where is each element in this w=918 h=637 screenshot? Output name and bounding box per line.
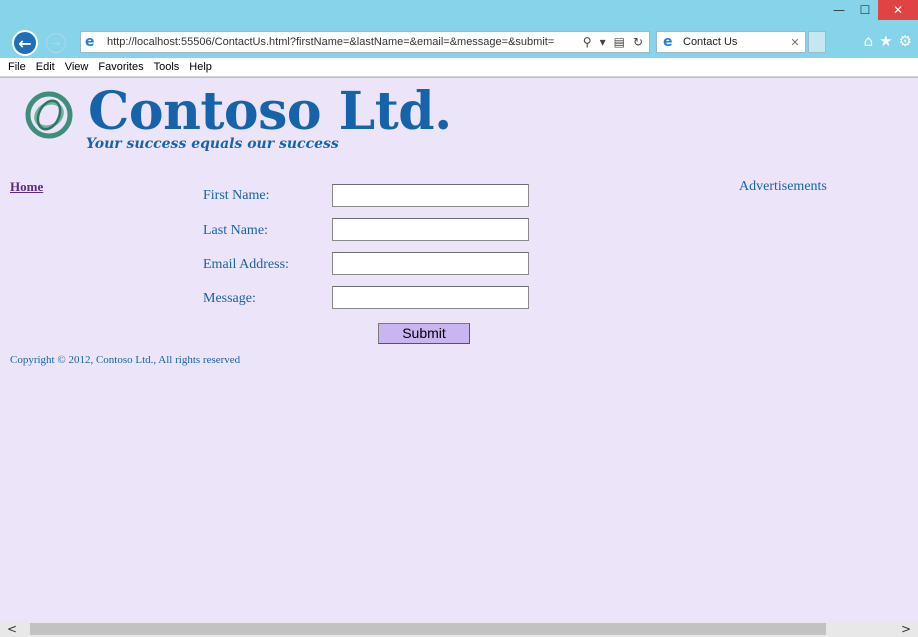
settings-gear-icon[interactable]: ⚙	[899, 32, 912, 50]
brand-tagline: Your success equals our success	[86, 136, 339, 152]
menu-favorites[interactable]: Favorites	[93, 61, 148, 73]
scrollbar-thumb[interactable]	[30, 623, 826, 635]
forward-icon[interactable]: →	[46, 33, 66, 53]
search-icon[interactable]: ⚲	[583, 35, 592, 49]
copyright-text: Copyright © 2012, Contoso Ltd., All righ…	[10, 354, 241, 366]
menu-help[interactable]: Help	[184, 61, 217, 73]
message-input[interactable]	[332, 286, 529, 309]
page-content: Contoso Ltd. Your success equals our suc…	[0, 78, 918, 621]
ie-icon: e	[663, 34, 673, 50]
first-name-label: First Name:	[203, 188, 270, 203]
scroll-left-icon[interactable]: <	[2, 621, 22, 637]
address-url[interactable]: http://localhost:55506/ContactUs.html?fi…	[107, 36, 577, 48]
new-tab-button[interactable]	[808, 31, 826, 53]
scroll-right-icon[interactable]: >	[896, 621, 916, 637]
email-input[interactable]	[332, 252, 529, 275]
close-window-button[interactable]: ✕	[878, 0, 918, 20]
tab-close-icon[interactable]: ✕	[785, 36, 805, 49]
submit-button[interactable]: Submit	[378, 323, 470, 344]
maximize-button[interactable]: ☐	[852, 0, 878, 20]
menu-tools[interactable]: Tools	[149, 61, 185, 73]
menu-view[interactable]: View	[60, 61, 94, 73]
compat-view-icon[interactable]: ▤	[614, 35, 625, 49]
first-name-input[interactable]	[332, 184, 529, 207]
refresh-icon[interactable]: ↻	[633, 35, 643, 49]
address-tools: ⚲ ▾ ▤ ↻	[577, 35, 649, 49]
menu-bar: File Edit View Favorites Tools Help	[0, 58, 918, 77]
window-controls: — ☐ ✕	[826, 0, 918, 22]
search-dropdown-icon[interactable]: ▾	[600, 35, 606, 49]
home-link[interactable]: Home	[10, 179, 43, 195]
last-name-input[interactable]	[332, 218, 529, 241]
minimize-button[interactable]: —	[826, 0, 852, 20]
tab-title: Contact Us	[683, 36, 738, 48]
navigation-bar: ← → e http://localhost:55506/ContactUs.h…	[0, 28, 918, 58]
message-label: Message:	[203, 291, 256, 306]
advertisements-heading: Advertisements	[739, 179, 827, 194]
brand-name: Contoso Ltd.	[88, 81, 452, 142]
home-icon[interactable]: ⌂	[864, 32, 874, 50]
favorites-star-icon[interactable]: ★	[879, 32, 892, 50]
address-bar[interactable]: e http://localhost:55506/ContactUs.html?…	[80, 31, 650, 53]
menu-edit[interactable]: Edit	[31, 61, 60, 73]
menu-file[interactable]: File	[0, 61, 31, 73]
last-name-label: Last Name:	[203, 223, 268, 238]
email-label: Email Address:	[203, 257, 289, 272]
tab-contact-us[interactable]: e Contact Us ✕	[656, 31, 806, 53]
back-icon[interactable]: ←	[12, 30, 38, 56]
browser-tools: ⌂ ★ ⚙	[864, 32, 912, 50]
contoso-logo	[25, 91, 73, 139]
ie-icon: e	[85, 34, 95, 50]
browser-chrome: — ☐ ✕ ← → e http://localhost:55506/Conta…	[0, 0, 918, 78]
horizontal-scrollbar[interactable]: < >	[0, 621, 918, 637]
